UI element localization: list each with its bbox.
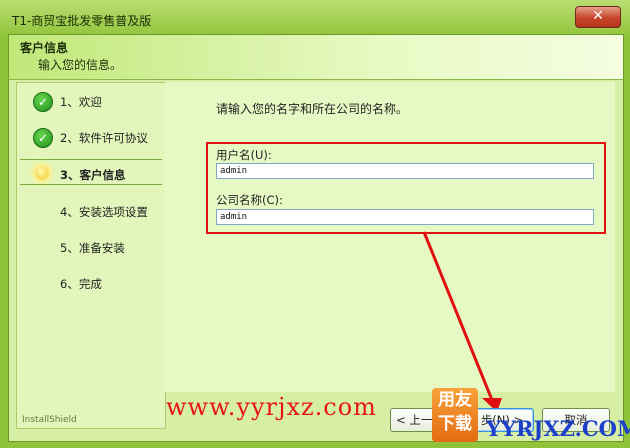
username-label: 用户名(U): xyxy=(216,148,272,162)
username-input[interactable]: admin xyxy=(216,163,594,179)
company-label: 公司名称(C): xyxy=(216,193,283,207)
watermark-logo-url: YYRJXZ.COM xyxy=(486,416,630,441)
close-button[interactable]: ✕ xyxy=(575,6,621,28)
company-input[interactable]: admin xyxy=(216,209,594,225)
check-icon: ✓ xyxy=(33,128,53,148)
installshield-brand: InstallShield xyxy=(22,415,77,425)
step-label-license: 2、软件许可协议 xyxy=(60,131,148,145)
page-subtitle: 输入您的信息。 xyxy=(38,58,123,72)
content-panel xyxy=(165,82,615,392)
close-icon: ✕ xyxy=(592,8,604,24)
current-step-icon xyxy=(35,166,49,180)
page-title: 客户信息 xyxy=(20,41,69,55)
form-prompt: 请输入您的名字和所在公司的名称。 xyxy=(216,102,409,116)
step-label-welcome: 1、欢迎 xyxy=(60,95,102,109)
watermark-url: www.yyrjxz.com xyxy=(166,393,377,421)
step-divider xyxy=(20,184,162,185)
check-icon: ✓ xyxy=(33,92,53,112)
step-label-install-options: 4、安装选项设置 xyxy=(60,205,148,219)
step-label-customer-info: 3、客户信息 xyxy=(60,168,126,182)
step-label-ready: 5、准备安装 xyxy=(60,241,125,255)
window-title: T1-商贸宝批发零售普及版 xyxy=(12,14,152,28)
step-label-finish: 6、完成 xyxy=(60,277,102,291)
step-divider xyxy=(20,159,162,160)
watermark-logo: 用友 下载 xyxy=(432,388,478,442)
